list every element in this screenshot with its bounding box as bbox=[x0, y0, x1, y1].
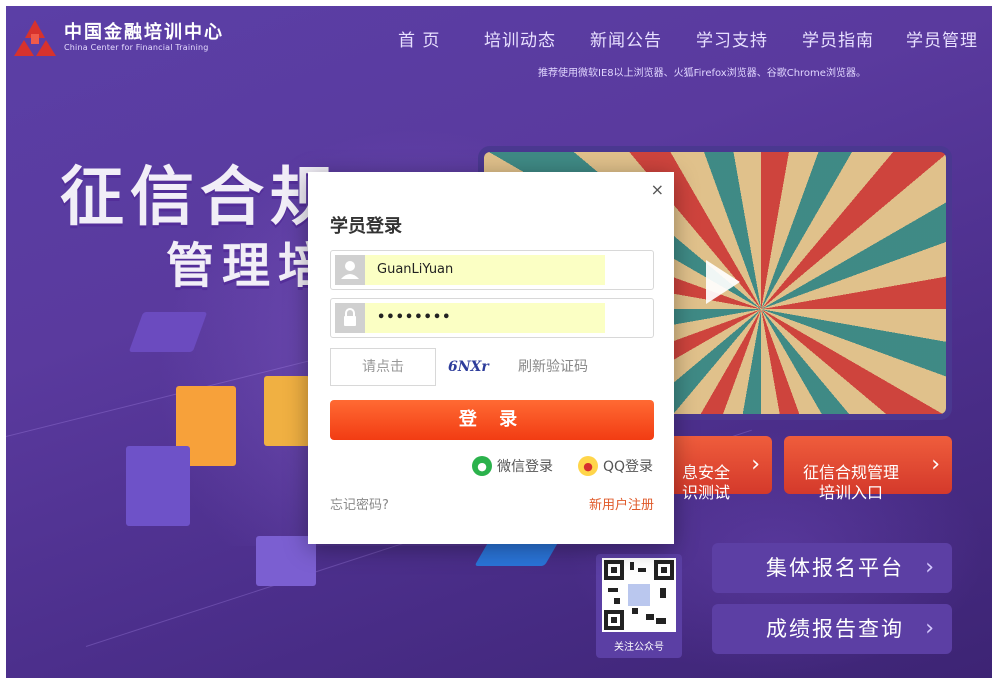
wechat-login-label: 微信登录 bbox=[497, 459, 553, 475]
register-link[interactable]: 新用户注册 bbox=[589, 494, 654, 513]
qq-icon: ● bbox=[578, 456, 598, 476]
score-query-label: 成绩报告查询 bbox=[766, 617, 904, 641]
site-subtitle: China Center for Financial Training bbox=[64, 43, 209, 52]
decor-block bbox=[126, 446, 190, 526]
nav-item-student-management[interactable]: 学员管理 bbox=[906, 26, 978, 51]
username-input[interactable]: GuanLiYuan bbox=[365, 255, 605, 285]
decor-block bbox=[256, 536, 316, 586]
wechat-qr-code: 关注公众号 bbox=[596, 554, 682, 658]
site-logo[interactable]: 中国金融培训中心 China Center for Financial Trai… bbox=[14, 18, 224, 58]
site-title: 中国金融培训中心 bbox=[64, 22, 224, 43]
lock-icon bbox=[335, 303, 365, 333]
nav-item-announcements[interactable]: 新闻公告 bbox=[590, 26, 662, 51]
password-field[interactable]: •••••••• bbox=[330, 298, 654, 338]
login-modal: × 学员登录 GuanLiYuan •••••••• 请点击 6NXr 刷新验证… bbox=[308, 172, 674, 544]
page-background: 中国金融培训中心 China Center for Financial Trai… bbox=[6, 6, 992, 678]
security-test-label: 息安全 识测试 bbox=[682, 463, 731, 502]
forgot-password-link[interactable]: 忘记密码? bbox=[330, 494, 389, 513]
qq-login-label: QQ登录 bbox=[603, 459, 654, 475]
nav-item-training-news[interactable]: 培训动态 bbox=[484, 26, 556, 51]
chevron-right-icon: › bbox=[751, 452, 760, 477]
chevron-right-icon: › bbox=[931, 452, 940, 477]
user-icon bbox=[335, 255, 365, 285]
login-button[interactable]: 登 录 bbox=[330, 400, 654, 440]
wechat-icon: ● bbox=[472, 456, 492, 476]
password-input[interactable]: •••••••• bbox=[365, 303, 605, 333]
qq-login-link[interactable]: ● QQ登录 bbox=[578, 456, 653, 476]
refresh-captcha-link[interactable]: 刷新验证码 bbox=[518, 356, 588, 376]
play-icon[interactable] bbox=[706, 260, 740, 304]
username-field[interactable]: GuanLiYuan bbox=[330, 250, 654, 290]
captcha-image[interactable]: 6NXr bbox=[448, 354, 500, 380]
cctf-logo-icon bbox=[14, 18, 56, 58]
qr-caption: 关注公众号 bbox=[614, 642, 664, 653]
group-registration-button[interactable]: 集体报名平台 › bbox=[712, 543, 952, 593]
compliance-training-entry-button[interactable]: 征信合规管理 培训入口 › bbox=[784, 436, 952, 502]
nav-item-learning-support[interactable]: 学习支持 bbox=[696, 26, 768, 51]
chevron-right-icon: › bbox=[925, 616, 936, 641]
qr-code-image bbox=[602, 558, 676, 632]
login-title: 学员登录 bbox=[330, 216, 402, 237]
captcha-button[interactable]: 请点击 bbox=[330, 348, 436, 386]
wechat-login-link[interactable]: ● 微信登录 bbox=[472, 456, 553, 476]
decor-block bbox=[264, 376, 310, 446]
chevron-right-icon: › bbox=[925, 555, 936, 580]
nav-item-home[interactable]: 首 页 bbox=[398, 26, 440, 51]
security-test-button[interactable]: 息安全 识测试 › bbox=[664, 436, 772, 502]
group-signup-label: 集体报名平台 bbox=[766, 556, 904, 580]
browser-recommendation: 推荐使用微软IE8以上浏览器、火狐Firefox浏览器、谷歌Chrome浏览器。 bbox=[538, 68, 866, 79]
hero-title: 征信合规 bbox=[60, 161, 340, 235]
close-icon[interactable]: × bbox=[651, 180, 664, 199]
score-query-button[interactable]: 成绩报告查询 › bbox=[712, 604, 952, 654]
nav-item-student-guide[interactable]: 学员指南 bbox=[802, 26, 874, 51]
